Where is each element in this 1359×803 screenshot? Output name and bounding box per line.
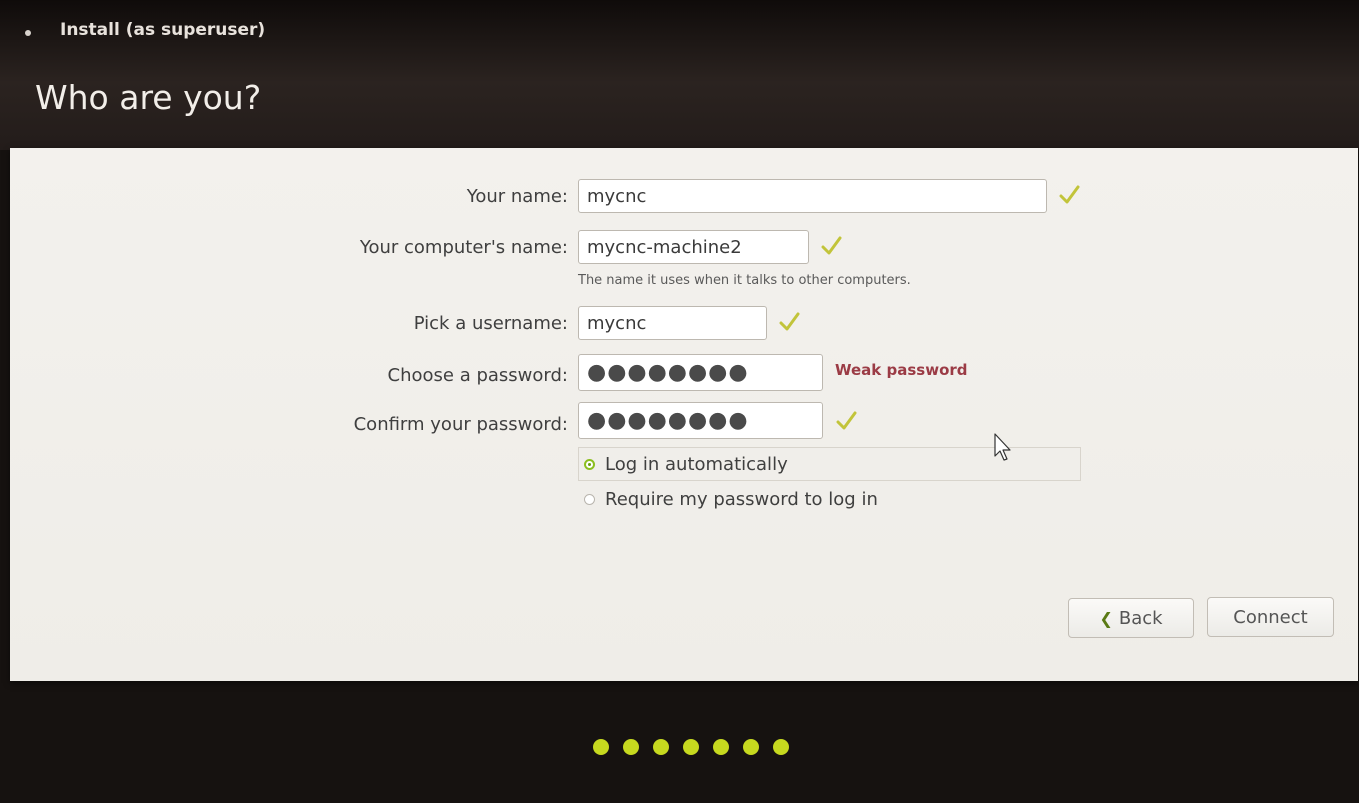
progress-dot — [743, 739, 759, 755]
password-label: Choose a password: — [387, 365, 568, 386]
connect-button[interactable]: Connect — [1207, 597, 1334, 637]
progress-dot — [593, 739, 609, 755]
login-automatically-option[interactable]: Log in automatically — [584, 454, 788, 475]
require-password-label: Require my password to log in — [605, 489, 878, 510]
name-valid-check-icon — [1059, 185, 1080, 204]
username-label: Pick a username: — [413, 313, 568, 334]
back-button[interactable]: ❮ Back — [1068, 598, 1194, 638]
username-field[interactable] — [578, 306, 767, 340]
back-button-label: Back — [1118, 607, 1163, 629]
chevron-left-icon: ❮ — [1099, 608, 1113, 628]
login-automatically-radio[interactable] — [584, 459, 595, 470]
confirm-password-label: Confirm your password: — [353, 414, 568, 435]
page-title: Who are you? — [35, 78, 262, 117]
confirm-password-valid-check-icon — [836, 411, 857, 430]
progress-dot — [623, 739, 639, 755]
computer-name-valid-check-icon — [821, 236, 842, 255]
username-valid-check-icon — [779, 312, 800, 331]
name-label: Your name: — [466, 186, 568, 207]
confirm-password-field[interactable] — [578, 402, 823, 439]
progress-dot — [773, 739, 789, 755]
login-automatically-label: Log in automatically — [605, 454, 788, 475]
connect-button-label: Connect — [1233, 606, 1308, 628]
password-field[interactable] — [578, 354, 823, 391]
computer-name-field[interactable] — [578, 230, 809, 264]
name-field[interactable] — [578, 179, 1047, 213]
progress-dot — [653, 739, 669, 755]
password-strength-indicator: Weak password — [835, 361, 968, 379]
user-setup-panel: Your name: Your computer's name: The nam… — [10, 148, 1358, 681]
computer-name-label: Your computer's name: — [359, 237, 568, 258]
window-title: Install (as superuser) — [60, 20, 266, 40]
mouse-pointer-icon — [994, 433, 1011, 461]
progress-dot — [713, 739, 729, 755]
computer-name-hint: The name it uses when it talks to other … — [578, 273, 911, 288]
require-password-option[interactable]: Require my password to log in — [584, 489, 878, 510]
installer-header: Install (as superuser) Who are you? — [0, 0, 1359, 150]
progress-dot — [683, 739, 699, 755]
install-progress-dots — [593, 739, 789, 755]
require-password-radio[interactable] — [584, 494, 595, 505]
window-menu-dot-icon[interactable] — [25, 30, 31, 36]
